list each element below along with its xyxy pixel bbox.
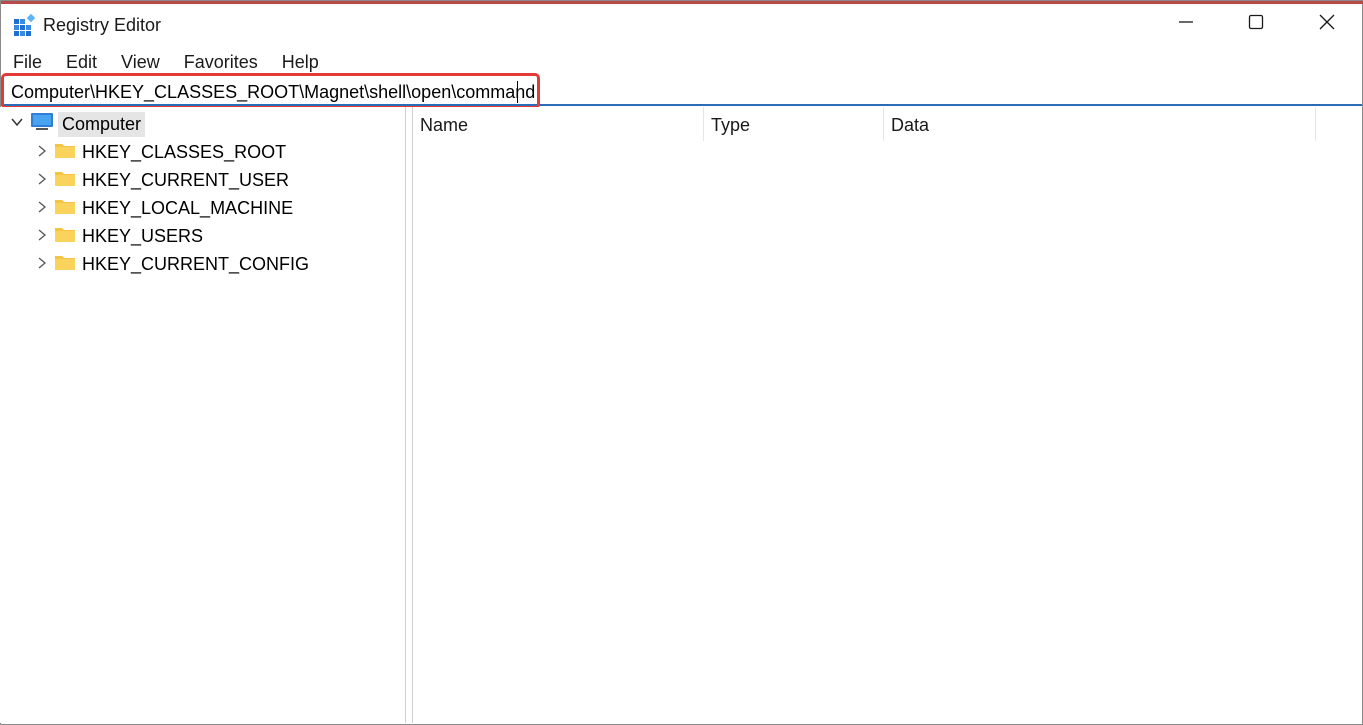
column-header-name[interactable]: Name [413, 107, 704, 141]
pane-splitter[interactable] [405, 107, 413, 723]
title-bar[interactable]: Registry Editor [1, 4, 1362, 44]
tree-item-label: HKEY_CURRENT_CONFIG [82, 253, 310, 274]
folder-icon [54, 141, 76, 164]
menu-help[interactable]: Help [270, 48, 331, 76]
menu-edit[interactable]: Edit [54, 48, 109, 76]
folder-icon [54, 169, 76, 192]
folder-icon [54, 197, 76, 220]
chevron-right-icon[interactable] [36, 142, 48, 163]
tree-item-label: HKEY_CLASSES_ROOT [82, 141, 287, 162]
folder-icon [54, 253, 76, 276]
tree-item-hkey-classes-root[interactable]: HKEY_CLASSES_ROOT [36, 139, 286, 165]
menu-bar: File Edit View Favorites Help [1, 48, 331, 76]
values-list-pane[interactable]: Name Type Data [413, 107, 1361, 723]
chevron-right-icon[interactable] [36, 198, 48, 219]
computer-icon [30, 112, 54, 137]
folder-icon [54, 225, 76, 248]
minimize-icon [1178, 14, 1194, 35]
tree-root-label: Computer [58, 111, 146, 137]
key-tree-pane[interactable]: Computer HKEY_CLASSES_ROOT HKEY_CURRENT_… [0, 107, 405, 723]
column-header-data[interactable]: Data [884, 107, 1316, 141]
text-caret [517, 81, 518, 103]
minimize-button[interactable] [1151, 4, 1221, 44]
close-icon [1319, 14, 1335, 35]
tree-item-label: HKEY_LOCAL_MACHINE [82, 197, 294, 218]
chevron-right-icon[interactable] [36, 226, 48, 247]
close-button[interactable] [1292, 4, 1362, 44]
tree-item-hkey-current-user[interactable]: HKEY_CURRENT_USER [36, 167, 289, 193]
tree-item-hkey-users[interactable]: HKEY_USERS [36, 223, 203, 249]
tree-item-label: HKEY_USERS [82, 225, 204, 246]
maximize-button[interactable] [1221, 4, 1291, 44]
chevron-right-icon[interactable] [36, 254, 48, 275]
tree-item-label: HKEY_CURRENT_USER [82, 169, 290, 190]
address-input[interactable] [5, 77, 1005, 105]
window-title: Registry Editor [43, 15, 162, 35]
tree-item-hkey-current-config[interactable]: HKEY_CURRENT_CONFIG [36, 251, 309, 277]
column-header-type[interactable]: Type [704, 107, 884, 141]
menu-file[interactable]: File [1, 48, 54, 76]
tree-item-hkey-local-machine[interactable]: HKEY_LOCAL_MACHINE [36, 195, 293, 221]
tree-root-computer[interactable]: Computer [10, 111, 146, 137]
menu-favorites[interactable]: Favorites [172, 48, 270, 76]
menu-view[interactable]: View [109, 48, 172, 76]
chevron-right-icon[interactable] [36, 170, 48, 191]
maximize-icon [1248, 14, 1264, 35]
registry-editor-icon [13, 13, 37, 36]
address-bar [1, 77, 1362, 106]
chevron-down-icon[interactable] [10, 115, 24, 134]
